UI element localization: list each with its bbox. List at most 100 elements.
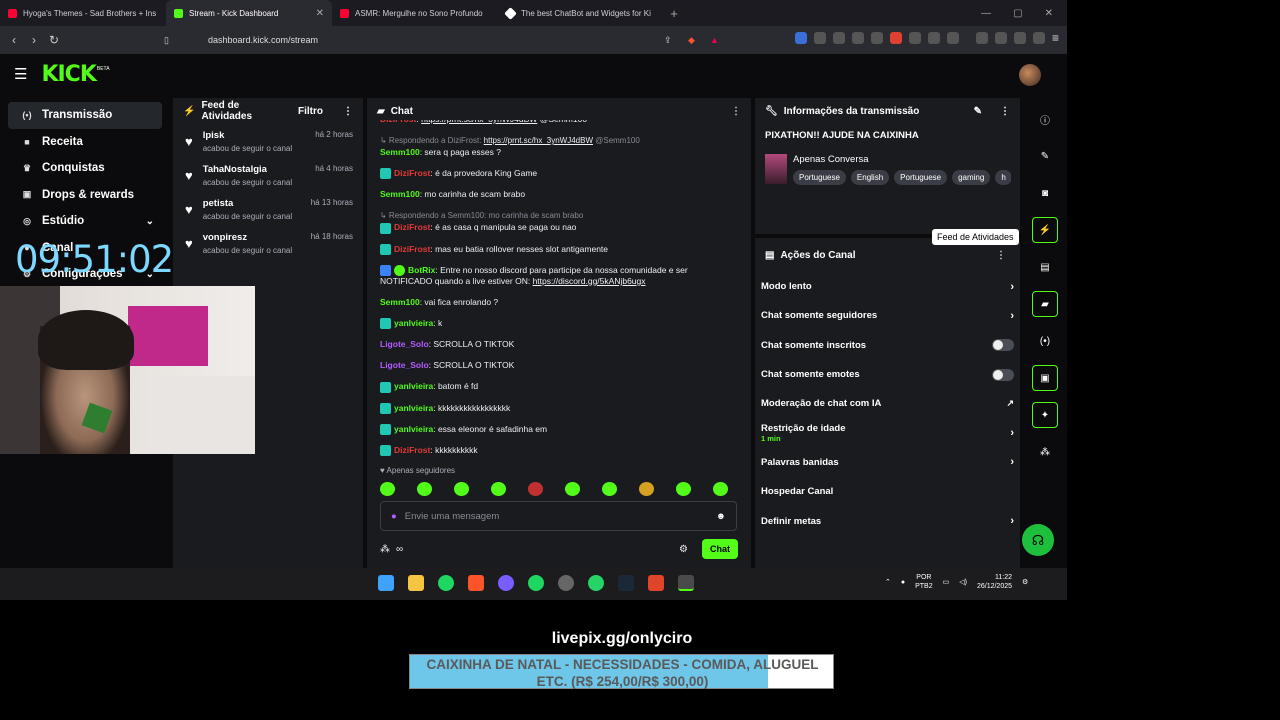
spotify-icon[interactable] xyxy=(438,575,454,591)
sidebar-item-drops[interactable]: ▣ Drops & rewards xyxy=(8,182,162,209)
emote[interactable] xyxy=(602,482,617,496)
emote[interactable] xyxy=(491,482,506,496)
more-icon[interactable]: ⋮ xyxy=(996,250,1006,261)
steam-icon[interactable] xyxy=(618,575,634,591)
emote[interactable] xyxy=(565,482,580,496)
subscribers-only-toggle[interactable] xyxy=(992,339,1014,352)
emote[interactable] xyxy=(454,482,469,496)
extension-icon[interactable] xyxy=(871,32,883,44)
avatar[interactable] xyxy=(1019,64,1041,86)
browser-tab[interactable]: ASMR: Mergulhe no Sono Profundo xyxy=(332,0,498,26)
close-tab-icon[interactable]: ✕ xyxy=(316,8,324,19)
menu-icon[interactable]: ≡ xyxy=(1052,32,1059,44)
action-definir-metas[interactable]: Definir metas › xyxy=(755,506,1020,535)
microphone-icon[interactable]: ● xyxy=(901,579,905,586)
infinity-icon[interactable]: ∞ xyxy=(396,544,403,555)
browser-tab[interactable]: Hyoga's Themes - Sad Brothers + Ins xyxy=(0,0,166,26)
shield-icon[interactable] xyxy=(648,575,664,591)
browser-tab-active[interactable]: Stream - Kick Dashboard ✕ xyxy=(166,0,332,26)
chat-settings-icon[interactable]: ⚙ xyxy=(679,544,688,555)
hamburger-menu-icon[interactable]: ☰ xyxy=(14,65,27,83)
puzzle-icon[interactable] xyxy=(928,32,940,44)
actions-toggle[interactable]: ▣ xyxy=(1032,365,1058,391)
edit-icon[interactable]: ✎ xyxy=(1032,143,1058,169)
spotify-icon[interactable] xyxy=(528,575,544,591)
more-icon[interactable]: ⋮ xyxy=(1000,106,1010,117)
activity-feed-toggle[interactable]: ⚡ xyxy=(1032,217,1058,243)
whatsapp-icon[interactable] xyxy=(588,575,604,591)
emotes-only-toggle[interactable] xyxy=(992,368,1014,381)
share-icon[interactable]: ⇪ xyxy=(664,35,672,46)
notification-icon[interactable]: ⚙ xyxy=(1022,578,1028,586)
emote[interactable] xyxy=(417,482,432,496)
filter-button[interactable]: Filtro xyxy=(298,106,323,117)
sidebar-item-transmissao[interactable]: (•) Transmissão xyxy=(8,102,162,129)
support-chat-button[interactable]: ☊ xyxy=(1022,524,1054,556)
camera-icon[interactable]: ◙ xyxy=(1032,180,1058,206)
network-icon[interactable]: ▭ xyxy=(943,578,950,586)
address-bar[interactable]: ▯ dashboard.kick.com/stream ⇪ ◆ ▲ xyxy=(160,30,728,50)
action-moderacao-ia[interactable]: Moderação de chat com IA ↗ xyxy=(755,389,1020,418)
browser-tab[interactable]: The best ChatBot and Widgets for Ki xyxy=(498,0,664,26)
brave-shield-icon[interactable]: ◆ xyxy=(688,35,695,46)
sidebar-item-conquistas[interactable]: ♛ Conquistas xyxy=(8,155,162,182)
bookmark-icon[interactable]: ▯ xyxy=(164,35,169,46)
app-icon[interactable] xyxy=(678,575,694,591)
new-tab-button[interactable]: + xyxy=(664,6,684,21)
bits-icon[interactable]: ⁂ xyxy=(380,544,390,555)
chat-toggle[interactable]: ▰ xyxy=(1032,291,1058,317)
back-icon[interactable]: ‹ xyxy=(4,33,24,47)
windows-start-icon[interactable] xyxy=(378,575,394,591)
maximize-icon[interactable]: ▢ xyxy=(1013,8,1022,19)
action-restricao-idade[interactable]: Restrição de idade 1 min › xyxy=(755,418,1020,447)
edit-icon[interactable]: ✎ xyxy=(974,106,982,117)
send-chat-button[interactable]: Chat xyxy=(702,539,738,559)
extension-icon[interactable] xyxy=(947,32,959,44)
extension-icon[interactable] xyxy=(814,32,826,44)
extension-icon[interactable] xyxy=(795,32,807,44)
chevron-up-icon[interactable]: ⌃ xyxy=(885,578,891,586)
extension-icon[interactable] xyxy=(890,32,902,44)
leo-icon[interactable] xyxy=(1014,32,1026,44)
sidebar-item-estudio[interactable]: ◎ Estúdio ⌄ xyxy=(8,208,162,235)
file-explorer-icon[interactable] xyxy=(408,575,424,591)
more-icon[interactable]: ⋮ xyxy=(343,106,353,117)
discord-icon[interactable] xyxy=(498,575,514,591)
emote[interactable] xyxy=(676,482,691,496)
microphone-icon[interactable]: ● xyxy=(391,511,397,522)
more-icon[interactable]: ⋮ xyxy=(731,106,741,117)
wrench-toggle[interactable]: ✦ xyxy=(1032,402,1058,428)
google-icon[interactable] xyxy=(852,32,864,44)
reload-icon[interactable]: ↻ xyxy=(44,33,64,47)
action-modo-lento[interactable]: Modo lento › xyxy=(755,272,1020,301)
close-window-icon[interactable]: ✕ xyxy=(1045,8,1053,19)
emoji-icon[interactable]: ☻ xyxy=(716,511,726,522)
emote[interactable] xyxy=(639,482,654,496)
action-chat-seguidores[interactable]: Chat somente seguidores › xyxy=(755,301,1020,330)
sidebar-item-receita[interactable]: ■ Receita xyxy=(8,129,162,156)
action-hospedar-canal[interactable]: Hospedar Canal xyxy=(755,477,1020,506)
emote[interactable] xyxy=(380,482,395,496)
extension-icon[interactable] xyxy=(833,32,845,44)
info-icon[interactable]: ⓘ xyxy=(1032,106,1058,132)
taskbar-clock[interactable]: 11:22 26/12/2025 xyxy=(977,573,1012,591)
chat-message-input[interactable]: ● Envie uma mensagem ☻ xyxy=(380,501,737,531)
language-indicator[interactable]: POR PTB2 xyxy=(915,573,933,591)
brave-icon[interactable] xyxy=(468,575,484,591)
vpn-icon[interactable] xyxy=(1033,32,1045,44)
obs-icon[interactable] xyxy=(558,575,574,591)
broadcast-icon[interactable]: (•) xyxy=(1032,328,1058,354)
document-icon[interactable]: ▤ xyxy=(1032,254,1058,280)
forward-icon[interactable]: › xyxy=(24,33,44,47)
brave-rewards-icon[interactable]: ▲ xyxy=(710,35,719,45)
emote[interactable] xyxy=(528,482,543,496)
emote[interactable] xyxy=(713,482,728,496)
wallet-icon[interactable] xyxy=(995,32,1007,44)
kick-logo[interactable]: KICK xyxy=(41,62,96,87)
bits-icon[interactable]: ⁂ xyxy=(1032,439,1058,465)
minimize-icon[interactable]: — xyxy=(981,8,991,19)
action-palavras-banidas[interactable]: Palavras banidas › xyxy=(755,448,1020,477)
volume-icon[interactable]: ◁) xyxy=(959,578,967,586)
extension-icon[interactable] xyxy=(909,32,921,44)
sidebar-icon[interactable] xyxy=(976,32,988,44)
